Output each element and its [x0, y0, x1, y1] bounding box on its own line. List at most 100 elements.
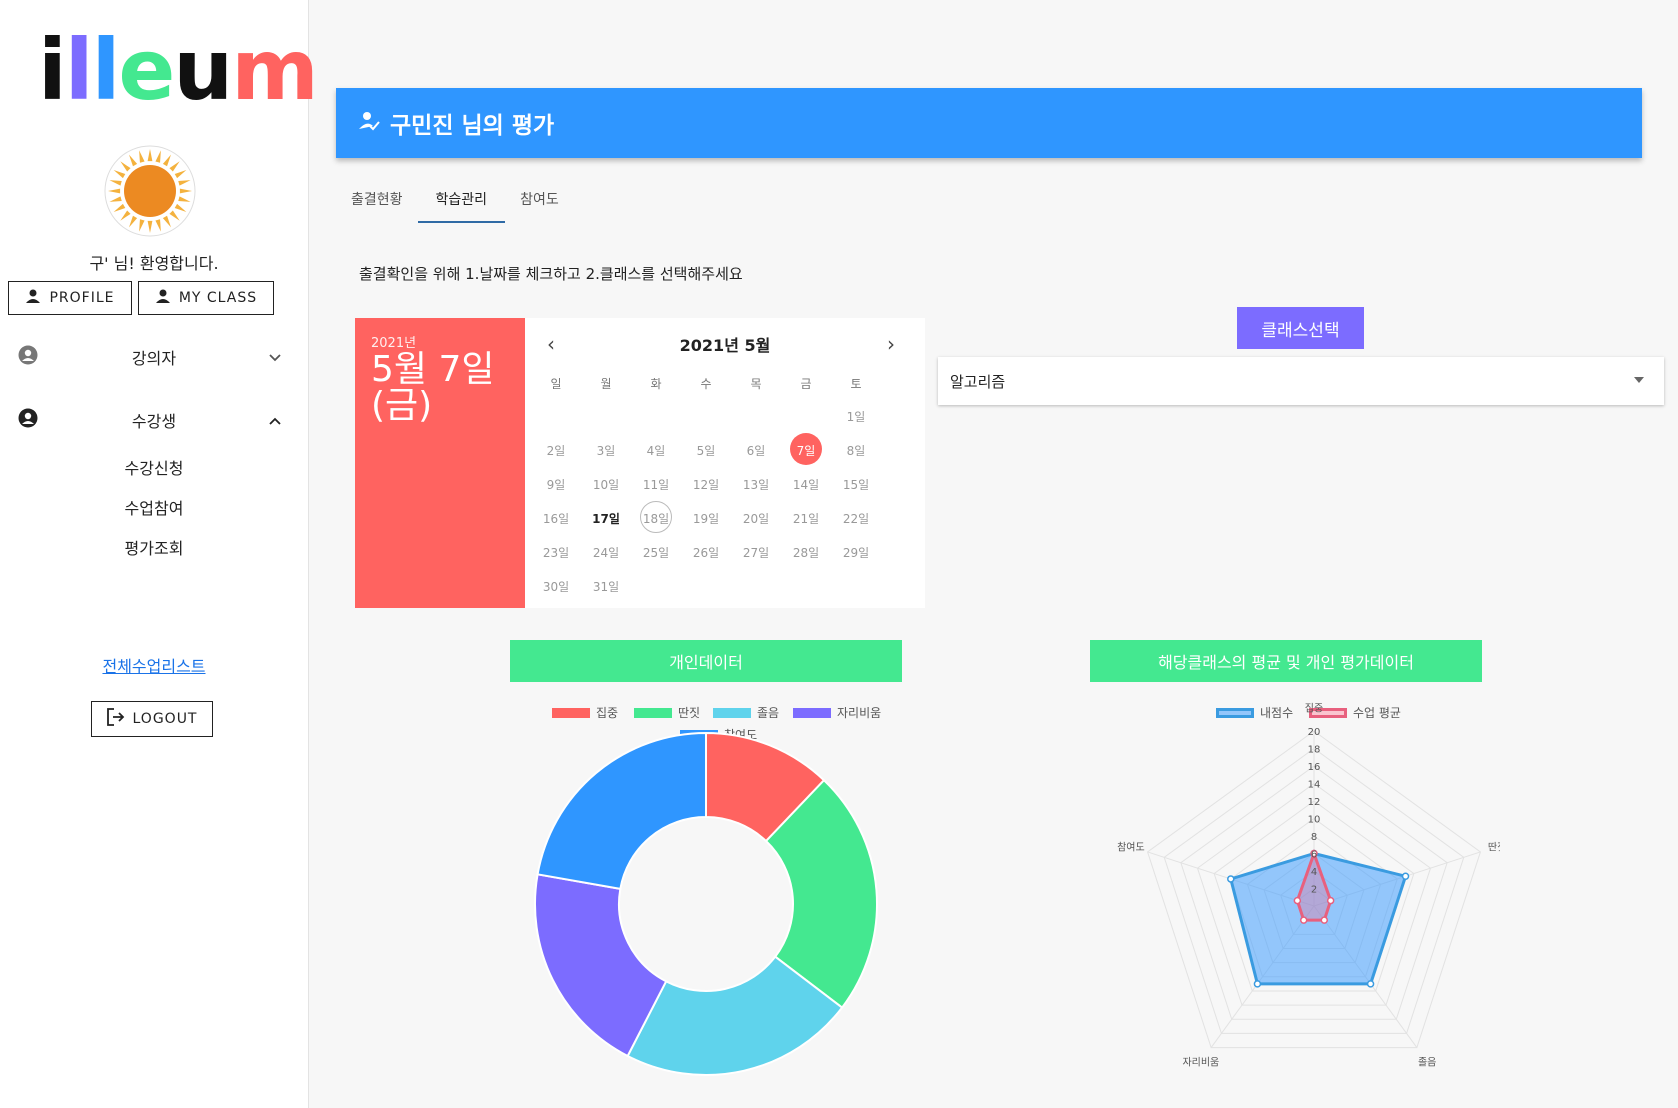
- calendar-day[interactable]: 29일: [829, 544, 883, 561]
- sidebar: illeum 구' 님! 환영합니다. PROFILE MY CLASS 강의자: [0, 0, 319, 1108]
- calendar-day[interactable]: 10일: [579, 476, 633, 493]
- chevron-up-icon: [268, 411, 282, 430]
- my-class-button[interactable]: MY CLASS: [138, 281, 274, 315]
- radar-point[interactable]: [1299, 916, 1308, 924]
- class-dropdown[interactable]: 알고리즘: [938, 357, 1664, 405]
- selected-date: 5월 7일 (금): [371, 352, 495, 424]
- calendar-day[interactable]: 13일: [729, 476, 783, 493]
- legend-swatch: [634, 707, 672, 718]
- tab-participation[interactable]: 참여도: [505, 175, 574, 223]
- calendar-day[interactable]: 17일: [579, 510, 633, 527]
- person-icon: [155, 288, 171, 308]
- calendar-day[interactable]: 21일: [779, 510, 833, 527]
- calendar-day[interactable]: 16일: [529, 510, 583, 527]
- calendar-day[interactable]: 19일: [679, 510, 733, 527]
- logout-button[interactable]: LOGOUT: [91, 701, 213, 737]
- calendar-day[interactable]: 22일: [829, 510, 883, 527]
- logout-icon: [106, 708, 125, 730]
- calendar-day[interactable]: 6일: [729, 442, 783, 459]
- menu-enroll[interactable]: 수강신청: [0, 455, 308, 479]
- calendar-day[interactable]: 30일: [529, 578, 583, 595]
- all-classes-link[interactable]: 전체수업리스트: [0, 653, 308, 677]
- menu-teacher[interactable]: 강의자: [0, 337, 308, 377]
- donut-legend-item[interactable]: 딴짓: [634, 704, 700, 721]
- calendar-day[interactable]: 23일: [529, 544, 583, 561]
- logo-letter: e: [118, 21, 175, 119]
- class-select-button[interactable]: 클래스선택: [1237, 307, 1364, 349]
- menu-teacher-label: 강의자: [131, 349, 177, 368]
- app-logo[interactable]: illeum: [38, 28, 319, 112]
- page-title: 구민진 님의 평가: [390, 113, 555, 139]
- weekday-label: 월: [600, 377, 612, 391]
- logo-letter: l: [91, 21, 121, 119]
- legend-swatch: [793, 707, 831, 718]
- calendar-day[interactable]: 25일: [629, 544, 683, 561]
- calendar-day[interactable]: 18일: [629, 501, 683, 533]
- calendar-day[interactable]: 12일: [679, 476, 733, 493]
- radar-point[interactable]: [1401, 872, 1410, 881]
- calendar-day[interactable]: 9일: [529, 476, 583, 493]
- tab-attendance[interactable]: 출결현황: [336, 175, 418, 223]
- welcome-message: 구' 님! 환영합니다.: [89, 254, 219, 273]
- radar-point[interactable]: [1320, 916, 1329, 924]
- calendar-day[interactable]: 28일: [779, 544, 833, 561]
- calendar-day[interactable]: 20일: [729, 510, 783, 527]
- calendar-day[interactable]: 24일: [579, 544, 633, 561]
- radar-point[interactable]: [1253, 980, 1262, 988]
- profile-label: PROFILE: [49, 290, 115, 306]
- calendar-month-label: 2021년 5월: [679, 336, 771, 355]
- calendar-selected-panel: 2021년 5월 7일 (금): [355, 318, 525, 608]
- caret-down-icon: [1634, 377, 1644, 383]
- radar-tick-label: 10: [1308, 815, 1321, 826]
- calendar-day[interactable]: 1일: [829, 408, 883, 425]
- donut-legend-item[interactable]: 졸음: [713, 704, 779, 721]
- calendar-day[interactable]: 2일: [529, 442, 583, 459]
- radar-point[interactable]: [1326, 896, 1335, 905]
- calendar-day[interactable]: 14일: [779, 476, 833, 493]
- calendar-day[interactable]: 15일: [829, 476, 883, 493]
- tab-learning[interactable]: 학습관리: [417, 175, 506, 223]
- menu-view-evaluation[interactable]: 평가조회: [0, 535, 308, 559]
- calendar-day[interactable]: 11일: [629, 476, 683, 493]
- radar-category-label: 딴짓: [1488, 842, 1500, 854]
- calendar-day[interactable]: 5일: [679, 442, 733, 459]
- chevron-down-icon: [268, 348, 282, 367]
- radar-tick-label: 12: [1308, 797, 1321, 808]
- radar-category-label: 집중: [1305, 703, 1323, 715]
- weekday-label: 금: [800, 377, 812, 391]
- donut-chart: [534, 731, 878, 1076]
- donut-slice-참여도[interactable]: [536, 731, 707, 891]
- donut-legend-item[interactable]: 자리비움: [793, 704, 881, 721]
- radar-tick-label: 14: [1308, 780, 1321, 791]
- radar-point[interactable]: [1366, 980, 1375, 988]
- next-month-icon[interactable]: ›: [887, 332, 895, 356]
- radar-tick-label: 4: [1311, 867, 1317, 878]
- radar-point[interactable]: [1293, 896, 1302, 905]
- weekday-label: 토: [850, 377, 862, 391]
- calendar-day[interactable]: 26일: [679, 544, 733, 561]
- menu-attend-class[interactable]: 수업참여: [0, 495, 308, 519]
- instruction-text: 출결확인을 위해 1.날짜를 체크하고 2.클래스를 선택해주세요: [359, 265, 743, 283]
- logo-letter: i: [38, 21, 67, 119]
- legend-label: 딴짓: [678, 706, 701, 720]
- menu-student[interactable]: 수강생: [0, 400, 308, 440]
- donut-legend-item[interactable]: 집중: [552, 704, 618, 721]
- radar-point[interactable]: [1227, 875, 1235, 883]
- selected-weekday: (금): [371, 385, 433, 426]
- legend-swatch: [713, 707, 751, 718]
- calendar-day[interactable]: 7일: [779, 433, 833, 465]
- calendar-day[interactable]: 27일: [729, 544, 783, 561]
- avatar: [104, 145, 196, 237]
- calendar-day[interactable]: 31일: [579, 578, 633, 595]
- calendar-day[interactable]: 8일: [829, 442, 883, 459]
- profile-button[interactable]: PROFILE: [8, 281, 132, 315]
- legend-label: 집중: [596, 706, 619, 720]
- weekday-label: 일: [550, 377, 562, 391]
- legend-label: 졸음: [757, 706, 780, 720]
- legend-swatch: [552, 707, 590, 718]
- radar-chart: 2 4 6 8 10 12 14 16 18 20 집중딴짓졸음 자리비움 참여도: [1117, 703, 1500, 1069]
- calendar-day[interactable]: 4일: [629, 442, 683, 459]
- radar-tick-label: 18: [1308, 745, 1321, 756]
- menu-student-label: 수강생: [131, 412, 177, 431]
- calendar-day[interactable]: 3일: [579, 442, 633, 459]
